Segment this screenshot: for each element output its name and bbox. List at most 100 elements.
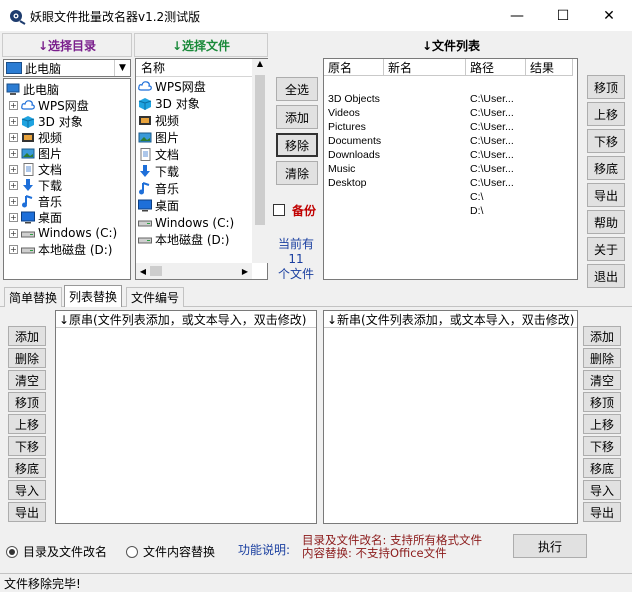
hscroll-thumb[interactable]	[150, 266, 162, 276]
directory-tree[interactable]: 此电脑 + WPS网盘 +3D 对象 + 视频 + 图片 + 文档 + 下载 + 音乐 + 桌面 + Window…	[3, 78, 131, 280]
file-item[interactable]: 3D 对象	[138, 95, 252, 112]
right-button-2[interactable]: 下移	[587, 129, 625, 153]
file-item[interactable]: 本地磁盘 (D:)	[138, 231, 252, 248]
new-list-button-6[interactable]: 移底	[583, 458, 621, 478]
expand-icon[interactable]: +	[9, 244, 18, 254]
tree-item[interactable]: + 文档	[4, 161, 130, 177]
file-item[interactable]: 桌面	[138, 197, 252, 214]
tree-item[interactable]: + Windows (C:)	[4, 225, 130, 241]
radio-rename[interactable]: 目录及文件改名	[6, 543, 107, 560]
file-list-row[interactable]: Desktop C:\User...	[328, 177, 577, 191]
file-list-row[interactable]: Pictures C:\User...	[328, 121, 577, 135]
scroll-left-icon[interactable]: ◀	[136, 267, 150, 276]
new-list-button-2[interactable]: 清空	[583, 370, 621, 390]
minimize-button[interactable]: —	[494, 0, 540, 31]
clear-button[interactable]: 清除	[276, 161, 318, 185]
orig-list-button-0[interactable]: 添加	[8, 326, 46, 346]
file-list-table[interactable]: 原名 新名 路径 结果 3D Objects C:\User... Videos C:\Us…	[323, 58, 578, 280]
tab-file-number[interactable]: 文件编号	[126, 287, 185, 307]
file-item[interactable]: 下载	[138, 163, 252, 180]
file-item[interactable]: 文档	[138, 146, 252, 163]
tree-item[interactable]: + 下载	[4, 177, 130, 193]
new-list-button-7[interactable]: 导入	[583, 480, 621, 500]
file-item[interactable]: WPS网盘	[138, 78, 252, 95]
new-list-button-5[interactable]: 下移	[583, 436, 621, 456]
orig-list-button-2[interactable]: 清空	[8, 370, 46, 390]
close-button[interactable]: ✕	[586, 0, 632, 31]
file-list-row[interactable]: Music C:\User...	[328, 163, 577, 177]
right-button-4[interactable]: 导出	[587, 183, 625, 207]
tree-item[interactable]: +3D 对象	[4, 113, 130, 129]
right-button-7[interactable]: 退出	[587, 264, 625, 288]
orig-list-button-8[interactable]: 导出	[8, 502, 46, 522]
tree-item[interactable]: + 音乐	[4, 193, 130, 209]
column-header[interactable]: 原名	[324, 59, 384, 76]
expand-icon[interactable]: +	[9, 116, 18, 126]
name-column-header[interactable]: 名称	[136, 59, 252, 77]
right-button-0[interactable]: 移顶	[587, 75, 625, 99]
tab-simple-replace[interactable]: 简单替换	[4, 287, 63, 307]
tree-item[interactable]: + 图片	[4, 145, 130, 161]
file-vscrollbar[interactable]: ▲	[252, 59, 268, 263]
chevron-down-icon[interactable]: ▼	[114, 60, 130, 76]
new-list-button-8[interactable]: 导出	[583, 502, 621, 522]
tab-list-replace[interactable]: 列表替换	[64, 285, 123, 307]
right-button-1[interactable]: 上移	[587, 102, 625, 126]
new-string-list[interactable]: ↓新串(文件列表添加，或文本导入，双击修改)	[323, 310, 578, 524]
expand-icon[interactable]: +	[9, 196, 18, 206]
orig-list-button-3[interactable]: 移顶	[8, 392, 46, 412]
maximize-button[interactable]: ☐	[540, 0, 586, 31]
file-list-row[interactable]: Videos C:\User...	[328, 107, 577, 121]
file-list-row[interactable]	[328, 79, 577, 93]
scroll-right-icon[interactable]: ▶	[238, 267, 252, 276]
drive-combo[interactable]: 此电脑 ▼	[3, 59, 131, 77]
execute-button[interactable]: 执行	[513, 534, 587, 558]
expand-icon[interactable]: +	[9, 100, 18, 110]
expand-icon[interactable]: +	[9, 228, 18, 238]
file-list-row[interactable]: Documents C:\User...	[328, 135, 577, 149]
select-all-button[interactable]: 全选	[276, 77, 318, 101]
file-item[interactable]: 音乐	[138, 180, 252, 197]
file-hscrollbar[interactable]: ◀ ▶	[136, 263, 252, 279]
orig-list-button-4[interactable]: 上移	[8, 414, 46, 434]
add-button[interactable]: 添加	[276, 105, 318, 129]
expand-icon[interactable]: +	[9, 132, 18, 142]
expand-icon[interactable]: +	[9, 180, 18, 190]
tree-item[interactable]: + 本地磁盘 (D:)	[4, 241, 130, 257]
tree-item[interactable]: + WPS网盘	[4, 97, 130, 113]
orig-list-button-6[interactable]: 移底	[8, 458, 46, 478]
file-item[interactable]: Windows (C:)	[138, 214, 252, 231]
file-list-row[interactable]: Downloads C:\User...	[328, 149, 577, 163]
tree-item[interactable]: 此电脑	[4, 81, 130, 97]
column-header[interactable]: 结果	[526, 59, 573, 76]
column-header[interactable]: 新名	[384, 59, 466, 76]
new-list-button-3[interactable]: 移顶	[583, 392, 621, 412]
right-button-5[interactable]: 帮助	[587, 210, 625, 234]
file-item[interactable]: 图片	[138, 129, 252, 146]
remove-button[interactable]: 移除	[276, 133, 318, 157]
tree-item[interactable]: + 桌面	[4, 209, 130, 225]
radio-content-circle[interactable]	[126, 545, 138, 558]
file-list-row[interactable]: D:\	[328, 205, 577, 219]
orig-list-button-7[interactable]: 导入	[8, 480, 46, 500]
right-button-3[interactable]: 移底	[587, 156, 625, 180]
scroll-thumb[interactable]	[255, 75, 265, 225]
new-list-button-1[interactable]: 删除	[583, 348, 621, 368]
expand-icon[interactable]: +	[9, 212, 18, 222]
new-list-button-4[interactable]: 上移	[583, 414, 621, 434]
expand-icon[interactable]: +	[9, 148, 18, 158]
tree-item[interactable]: + 视频	[4, 129, 130, 145]
file-list-row[interactable]: 3D Objects C:\User...	[328, 93, 577, 107]
expand-icon[interactable]: +	[9, 164, 18, 174]
original-string-list[interactable]: ↓原串(文件列表添加，或文本导入，双击修改)	[55, 310, 317, 524]
orig-list-button-1[interactable]: 删除	[8, 348, 46, 368]
file-item[interactable]: 视频	[138, 112, 252, 129]
radio-content-replace[interactable]: 文件内容替换	[126, 543, 215, 560]
radio-rename-circle[interactable]	[6, 545, 18, 558]
backup-checkbox[interactable]	[273, 204, 285, 216]
right-button-6[interactable]: 关于	[587, 237, 625, 261]
file-listview[interactable]: 名称 WPS网盘 3D 对象 视频 图片 文档 下载 音乐 桌面 Windows (C:) 本地磁…	[135, 58, 268, 280]
column-header[interactable]: 路径	[466, 59, 526, 76]
orig-list-button-5[interactable]: 下移	[8, 436, 46, 456]
file-list-row[interactable]: C:\	[328, 191, 577, 205]
